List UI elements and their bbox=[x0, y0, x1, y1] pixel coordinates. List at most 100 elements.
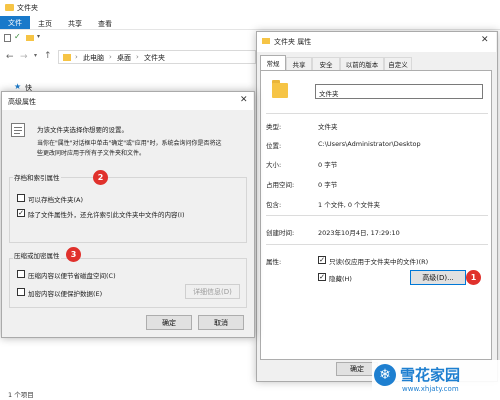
properties-icon[interactable] bbox=[4, 34, 11, 42]
prop-created-key: 创建时间: bbox=[266, 229, 295, 237]
advanced-titlebar: 高级属性 ✕ bbox=[2, 92, 253, 110]
archive-badge-text: 2 bbox=[97, 173, 104, 182]
advanced-ok-label: 确定 bbox=[162, 318, 176, 327]
breadcrumb-pc[interactable]: 此电脑 bbox=[83, 53, 104, 63]
watermark-url: www.xhjaty.com bbox=[402, 385, 459, 393]
breadcrumb-sep-icon: › bbox=[75, 53, 78, 61]
nav-forward-icon[interactable]: → bbox=[20, 52, 28, 62]
tab-sharing-label: 共享 bbox=[292, 61, 306, 69]
nav-back-icon[interactable]: ← bbox=[6, 52, 14, 62]
readonly-checkbox[interactable]: ✓ bbox=[318, 256, 326, 264]
prop-contains-key: 包含: bbox=[266, 201, 282, 209]
info-icon bbox=[11, 123, 25, 137]
index-check-label: 除了文件属性外，还允许索引此文件夹中文件的内容(I) bbox=[28, 211, 185, 219]
advanced-desc-line1: 当你在"属性"对话框中单击"确定"或"应用"时，系统会询问你是否将这 bbox=[37, 140, 222, 147]
watermark-text: 雪花家园 bbox=[400, 366, 461, 384]
properties-title: 文件夹 属性 bbox=[274, 38, 312, 46]
compress-check-label: 压缩内容以便节省磁盘空间(C) bbox=[28, 272, 116, 280]
details-button-label: 详细信息(D) bbox=[193, 287, 232, 296]
prop-size-value: 0 字节 bbox=[318, 161, 338, 169]
advanced-cancel-label: 取消 bbox=[214, 318, 228, 327]
ribbon-tab-home[interactable]: 主页 bbox=[38, 19, 52, 29]
separator bbox=[266, 113, 488, 114]
folder-name-field[interactable]: 文件夹 bbox=[315, 84, 483, 99]
details-button: 详细信息(D) bbox=[185, 284, 240, 299]
prop-type-value: 文件夹 bbox=[318, 123, 338, 131]
close-icon[interactable]: ✕ bbox=[481, 35, 489, 45]
compress-group bbox=[9, 258, 247, 308]
folder-name-value: 文件夹 bbox=[319, 90, 339, 98]
ribbon-tab-view[interactable]: 查看 bbox=[98, 19, 112, 29]
prop-location-value: C:\Users\Administrator\Desktop bbox=[318, 140, 421, 148]
tab-customize[interactable]: 自定义 bbox=[384, 57, 412, 70]
encrypt-check-label: 加密内容以便保护数据(E) bbox=[28, 290, 103, 298]
dropdown-icon[interactable]: ▾ bbox=[37, 33, 40, 40]
archive-badge: 2 bbox=[93, 170, 108, 185]
advanced-title: 高级属性 bbox=[8, 98, 36, 106]
watermark: ❄ 雪花家园 www.xhjaty.com bbox=[372, 360, 500, 400]
nav-recent-icon[interactable]: ▾ bbox=[34, 52, 37, 59]
tab-general-label: 常规 bbox=[266, 60, 280, 68]
advanced-cancel-button[interactable]: 取消 bbox=[198, 315, 244, 330]
archive-group-title: 存档和索引属性 bbox=[13, 172, 61, 182]
ribbon: 文件 主页 共享 查看 bbox=[0, 16, 500, 30]
folder-icon bbox=[5, 4, 14, 11]
breadcrumb-desktop[interactable]: 桌面 bbox=[117, 53, 131, 63]
breadcrumb-folder[interactable]: 文件夹 bbox=[144, 53, 165, 63]
tab-security-label: 安全 bbox=[319, 61, 333, 69]
breadcrumb-sep-icon: › bbox=[136, 53, 139, 61]
prop-type-key: 类型: bbox=[266, 123, 282, 131]
properties-titlebar: 文件夹 属性 ✕ bbox=[257, 32, 496, 52]
address-bar[interactable]: › 此电脑 › 桌面 › 文件夹 bbox=[58, 50, 256, 64]
prop-location-key: 位置: bbox=[266, 142, 282, 150]
prop-disk-size-key: 占用空间: bbox=[266, 181, 295, 189]
tab-sharing[interactable]: 共享 bbox=[286, 57, 312, 70]
watermark-logo-icon: ❄ bbox=[374, 364, 396, 386]
status-text: 1 个项目 bbox=[8, 391, 34, 399]
address-folder-icon bbox=[63, 54, 71, 61]
separator bbox=[266, 244, 488, 245]
compress-checkbox[interactable] bbox=[17, 270, 25, 278]
ribbon-tab-share[interactable]: 共享 bbox=[68, 19, 82, 29]
prop-created-value: 2023年10月4日, 17:29:10 bbox=[318, 229, 400, 237]
nav-up-icon[interactable]: ↑ bbox=[44, 51, 52, 61]
attributes-label: 属性: bbox=[266, 258, 282, 266]
large-folder-icon bbox=[272, 80, 288, 98]
advanced-button-label: 高级(D)... bbox=[422, 273, 454, 282]
star-icon: ★ bbox=[14, 82, 22, 91]
advanced-ok-button[interactable]: 确定 bbox=[146, 315, 192, 330]
tab-security[interactable]: 安全 bbox=[312, 57, 340, 70]
tab-general[interactable]: 常规 bbox=[260, 55, 286, 70]
encrypt-checkbox[interactable] bbox=[17, 288, 25, 296]
advanced-badge-text: 1 bbox=[470, 273, 477, 282]
prop-contains-value: 1 个文件, 0 个文件夹 bbox=[318, 201, 381, 209]
compress-badge: 3 bbox=[66, 247, 81, 262]
advanced-button[interactable]: 高级(D)... bbox=[410, 270, 466, 285]
archive-check-label: 可以存档文件夹(A) bbox=[28, 196, 84, 204]
index-checkbox[interactable]: ✓ bbox=[17, 209, 25, 217]
compress-group-title: 压缩或加密属性 bbox=[13, 250, 61, 260]
advanced-desc-line2: 些更改同时应用于所有子文件夹和文件。 bbox=[37, 150, 146, 157]
hidden-checkbox[interactable]: ✓ bbox=[318, 273, 326, 281]
checkmark-icon[interactable]: ✓ bbox=[14, 32, 21, 41]
tab-previous-versions-label: 以前的版本 bbox=[345, 61, 379, 69]
properties-ok-label: 确定 bbox=[350, 365, 364, 373]
advanced-badge: 1 bbox=[466, 270, 481, 285]
tab-previous-versions[interactable]: 以前的版本 bbox=[340, 57, 384, 70]
properties-folder-icon bbox=[262, 38, 270, 44]
prop-disk-size-value: 0 字节 bbox=[318, 181, 338, 189]
explorer-titlebar: 文件夹 bbox=[0, 0, 500, 16]
separator bbox=[266, 215, 488, 216]
hidden-label: 隐藏(H) bbox=[329, 275, 352, 283]
ribbon-tab-file[interactable]: 文件 bbox=[0, 16, 30, 29]
readonly-label: 只读(仅应用于文件夹中的文件)(R) bbox=[329, 258, 429, 266]
archive-checkbox[interactable] bbox=[17, 194, 25, 202]
quick-toolbar: ✓ ▾ bbox=[0, 30, 260, 46]
tab-customize-label: 自定义 bbox=[388, 61, 408, 69]
new-folder-icon[interactable] bbox=[26, 35, 34, 41]
compress-badge-text: 3 bbox=[70, 250, 77, 259]
close-icon[interactable]: ✕ bbox=[240, 95, 248, 105]
breadcrumb-sep-icon: › bbox=[109, 53, 112, 61]
ribbon-tab-file-label: 文件 bbox=[8, 18, 22, 27]
advanced-intro: 为该文件夹选择你想要的设置。 bbox=[37, 126, 128, 134]
